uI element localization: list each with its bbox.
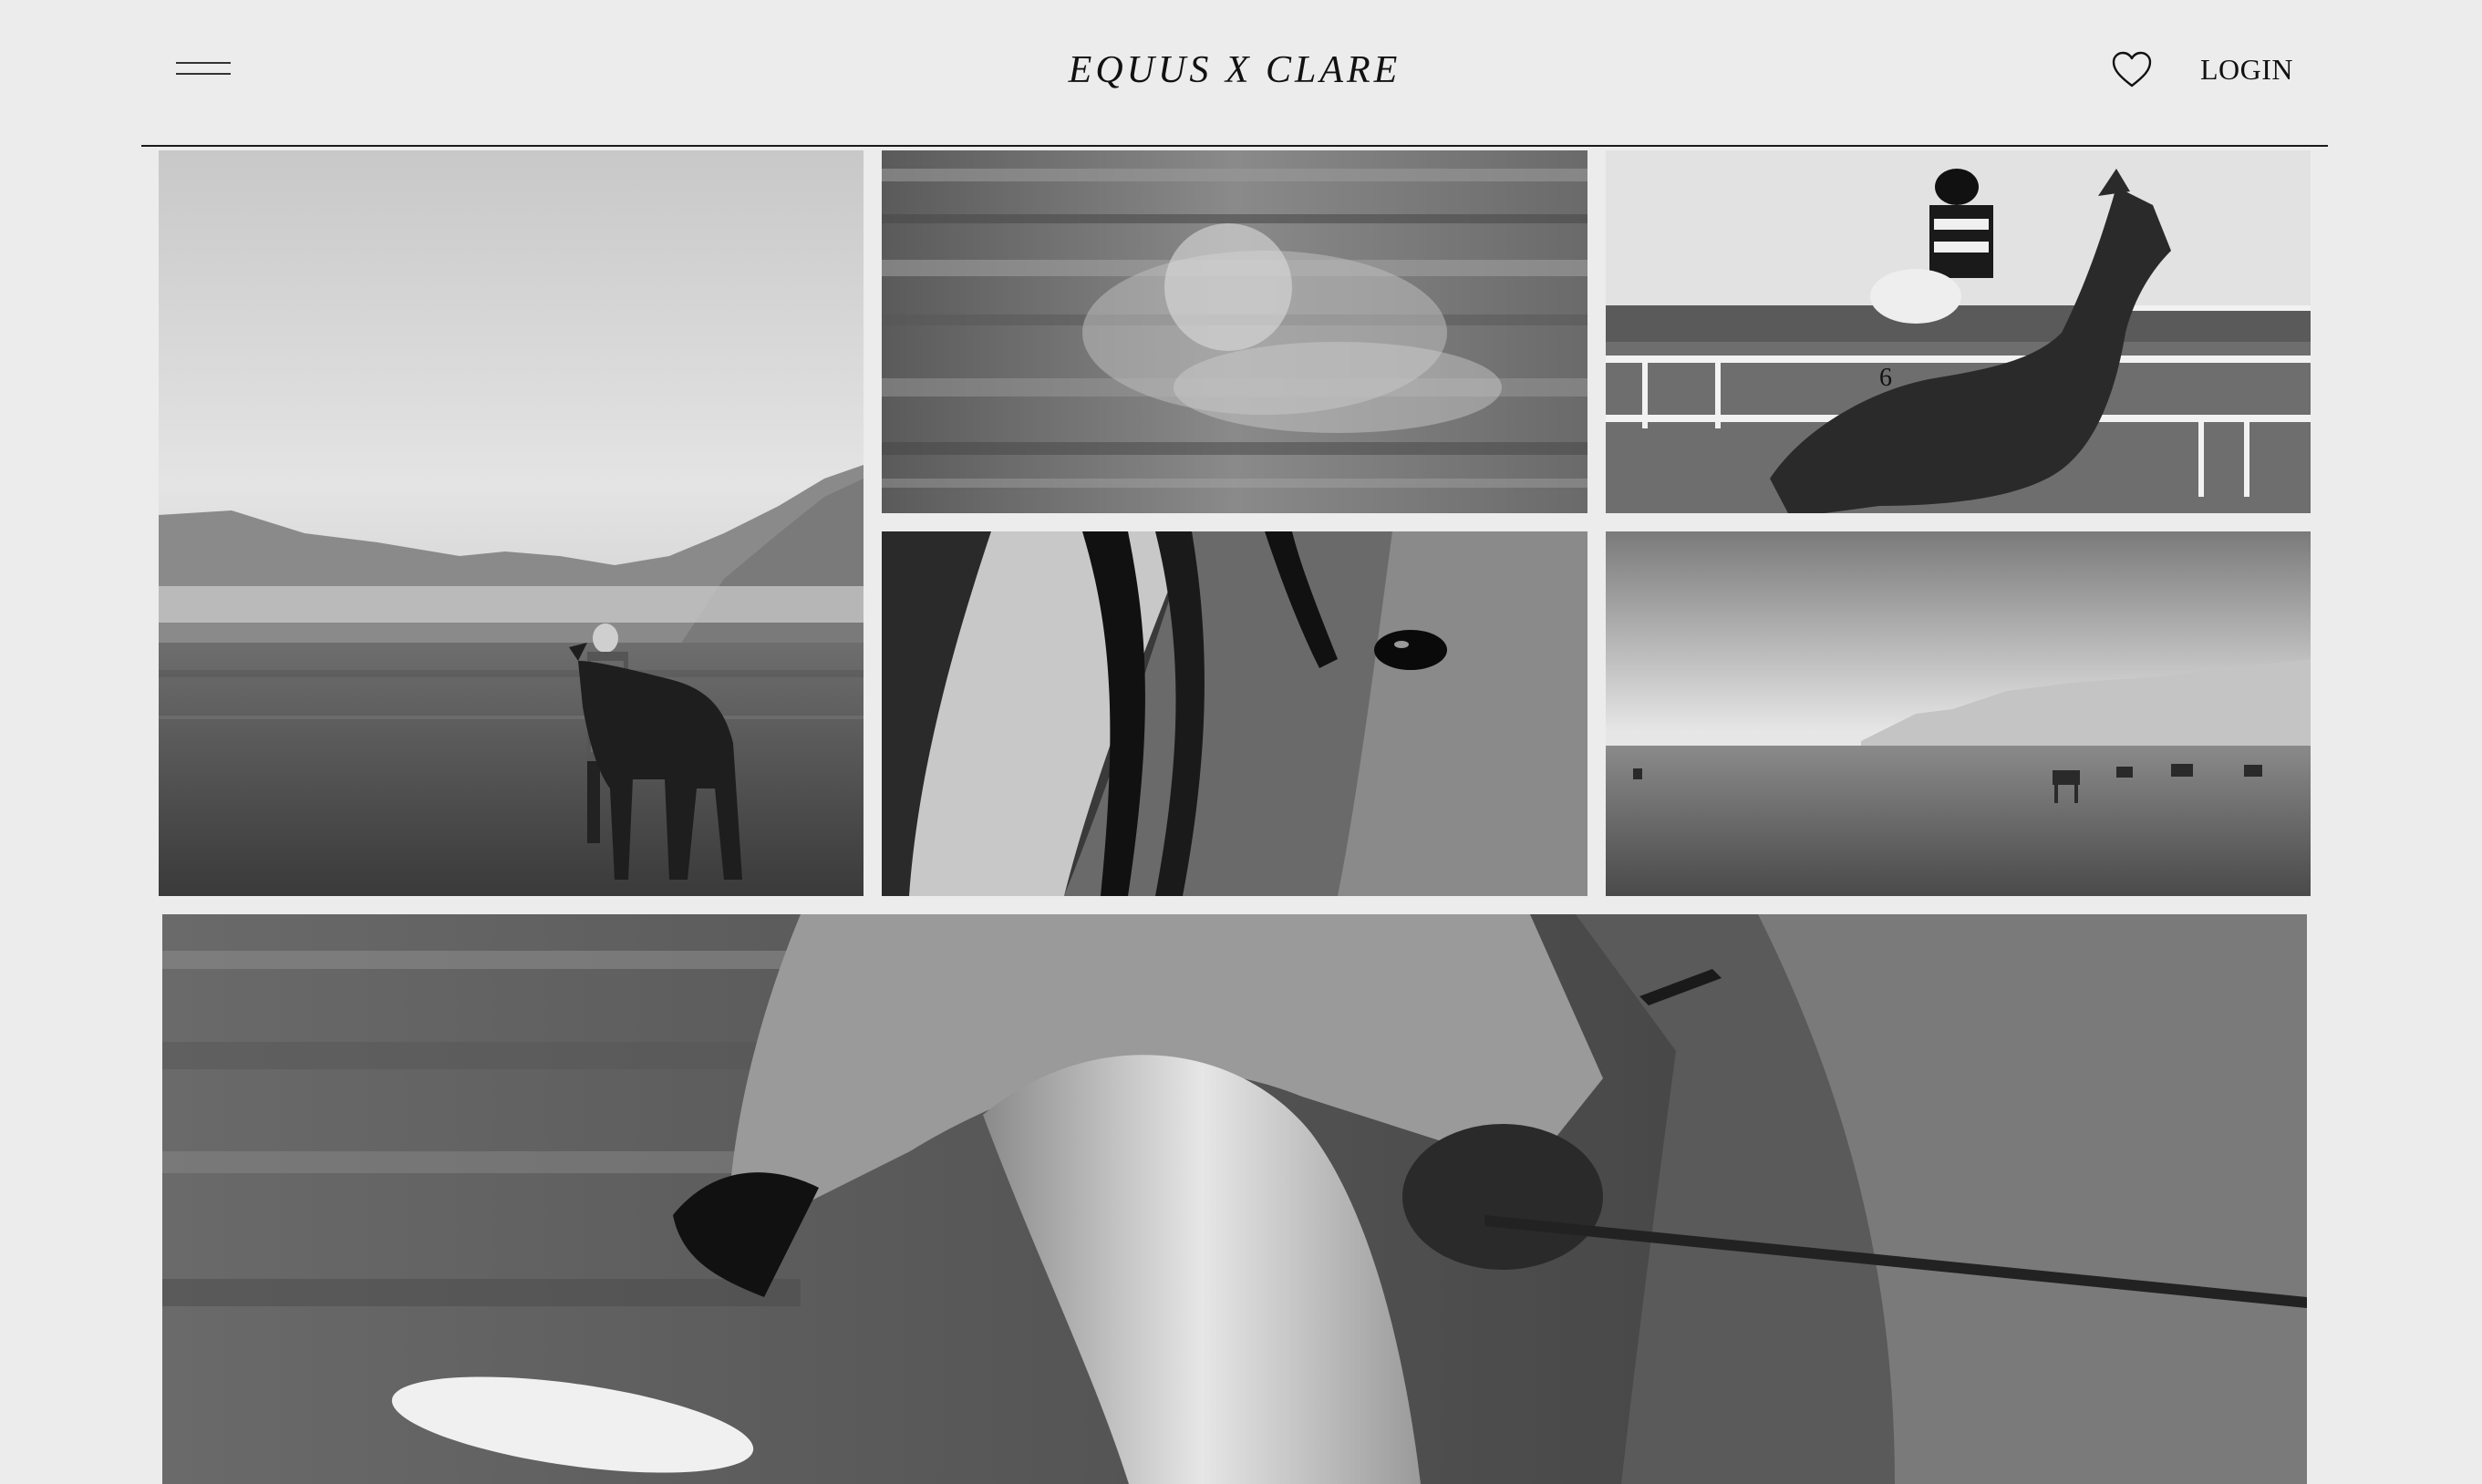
page: EQUUS X CLARE LOGIN 6: [0, 0, 2482, 1484]
heart-icon[interactable]: [2111, 50, 2153, 88]
svg-text:6: 6: [1879, 364, 1892, 392]
gallery-photo-jockey-number-six[interactable]: 6: [1606, 150, 2311, 513]
brand-logo[interactable]: EQUUS X CLARE: [141, 44, 2328, 97]
gallery-photo-rider-arm-closeup[interactable]: [162, 914, 2307, 1484]
login-link[interactable]: LOGIN: [2200, 50, 2293, 88]
gallery-photo-rider-valley[interactable]: [159, 150, 864, 896]
site-header: EQUUS X CLARE LOGIN: [141, 0, 2328, 147]
gallery-photo-horse-eye[interactable]: [882, 531, 1587, 896]
gallery-photo-foggy-field-horses[interactable]: [1606, 531, 2311, 896]
gallery-photo-blurred-jockey[interactable]: [882, 150, 1587, 513]
